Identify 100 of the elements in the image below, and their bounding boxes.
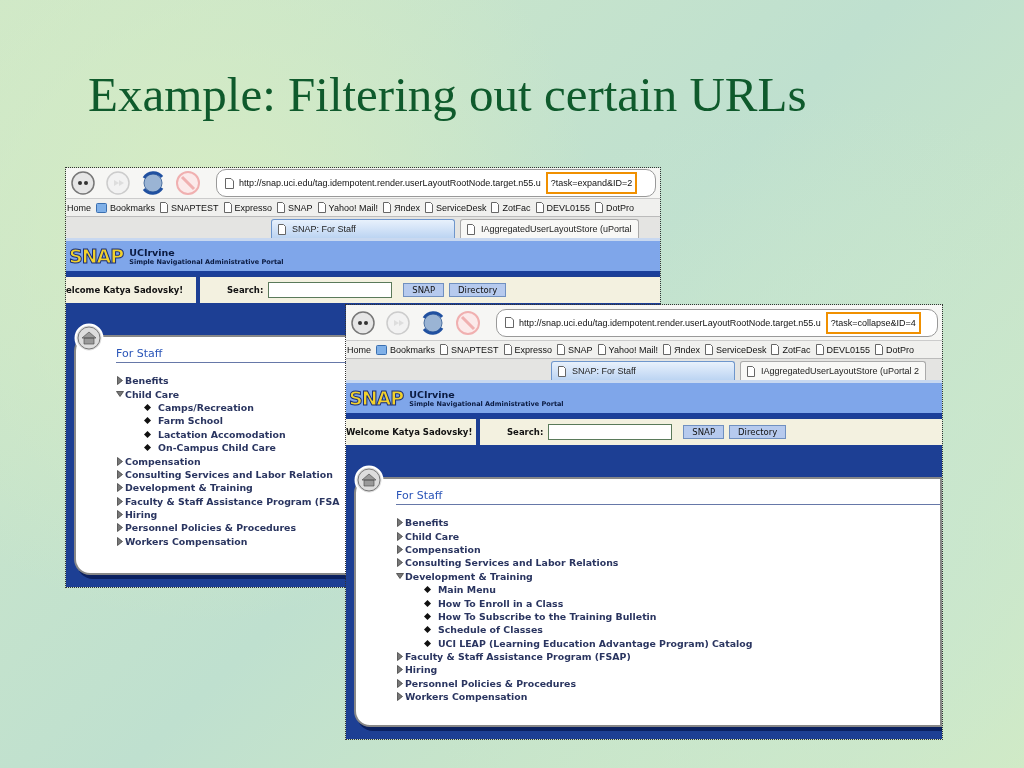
back-icon[interactable] (350, 309, 378, 336)
menu-item[interactable]: Benefits (396, 516, 940, 530)
page-icon (467, 223, 475, 235)
bullet-icon (144, 403, 151, 411)
bullet-icon (424, 612, 431, 620)
bookmark-link[interactable]: SNAPTEST (440, 344, 499, 355)
submenu-link[interactable]: On-Campus Child Care (116, 440, 346, 455)
page-icon (595, 202, 604, 213)
page-icon (815, 344, 824, 355)
menu-item[interactable]: Faculty & Staff Assistance Program (FSAP) (396, 649, 940, 664)
menu-item[interactable]: Development & Training (396, 569, 940, 583)
bookmark-link[interactable]: Яndex (662, 344, 700, 355)
search-field[interactable] (268, 282, 393, 298)
menu-item[interactable]: Personnel Policies & Procedures (396, 676, 940, 691)
browser-tab[interactable]: IAggregatedUserLayoutStore (uPortal (460, 219, 639, 238)
slide-title: Example: Filtering out certain URLs (87, 66, 808, 122)
menu-item[interactable]: Benefits (116, 374, 346, 388)
search-label: Search: (507, 427, 544, 437)
menu-item[interactable]: Child Care (116, 387, 346, 401)
search-button[interactable]: Directory (449, 283, 507, 297)
bullet-icon (144, 444, 151, 452)
menu-item[interactable]: Consulting Services and Labor Relation (116, 467, 346, 482)
menu-item[interactable]: Workers Compensation (116, 534, 346, 549)
search-button[interactable]: Directory (729, 425, 787, 439)
home-icon[interactable] (74, 323, 104, 353)
page-icon (317, 202, 326, 213)
bookmark-link[interactable]: DotPro (875, 344, 915, 355)
menu-item[interactable]: Personnel Policies & Procedures (116, 521, 346, 535)
page-icon (771, 344, 780, 355)
page-icon (278, 223, 286, 235)
page-icon (503, 344, 512, 355)
submenu-link[interactable]: How To Subscribe to the Training Bulletin (396, 609, 940, 624)
submenu-link[interactable]: Camps/Recreation (116, 400, 346, 415)
snap-logo: SNAP (69, 245, 124, 267)
menu-item[interactable]: Compensation (396, 542, 940, 557)
submenu-link[interactable]: Schedule of Classes (396, 623, 940, 637)
page-icon (277, 202, 286, 213)
submenu-link[interactable]: How To Enroll in a Class (396, 596, 940, 610)
bookmark-link[interactable]: ZotFac (771, 344, 811, 355)
folder-icon (96, 202, 107, 213)
page-icon (747, 365, 755, 377)
bookmark-link[interactable]: SNAP (277, 202, 313, 213)
bookmark-link[interactable]: SNAP (557, 344, 593, 355)
portlet-title: For Staff (116, 347, 346, 363)
back-icon[interactable] (70, 170, 98, 196)
page-icon (875, 344, 884, 355)
bookmark-link[interactable]: DotPro (595, 202, 635, 213)
page-icon (440, 344, 449, 355)
browser-tab[interactable]: SNAP: For Staff (551, 361, 735, 380)
bullet-icon (144, 417, 151, 425)
menu-item[interactable]: Hiring (116, 507, 346, 522)
bookmark-link[interactable]: Expresso (223, 202, 273, 213)
bookmark-link[interactable]: DEVL0155 (535, 202, 591, 213)
bookmark-link[interactable]: ZotFac (491, 202, 531, 213)
submenu-link[interactable]: UCI LEAP (Learning Education Advantage Program) Catalog (396, 636, 940, 650)
page-icon (424, 202, 433, 213)
menu-item[interactable]: Workers Compensation (396, 690, 940, 704)
menu-item[interactable]: Hiring (396, 663, 940, 677)
bookmark-link[interactable]: Yahoo! Mail! (317, 202, 378, 213)
menu-item[interactable]: Compensation (116, 454, 346, 468)
bookmark-link[interactable]: Home (67, 202, 91, 213)
bookmark-link[interactable]: ServiceDesk (424, 202, 487, 213)
organization-name: UCIrvine (129, 246, 176, 258)
search-button[interactable]: SNAP (403, 283, 444, 297)
page-icon (558, 365, 566, 377)
address-bar[interactable]: http://snap.uci.edu/tag.idempotent.render.userLayoutRootNode.target.n55.u ?task=collapse&ID=4 (496, 308, 938, 337)
organization-name: UCIrvine (409, 388, 456, 400)
page-icon (225, 177, 234, 189)
home-icon[interactable] (354, 465, 384, 495)
submenu-link[interactable]: Lactation Accomodation (116, 427, 346, 441)
search-field[interactable] (548, 424, 673, 440)
submenu-link[interactable]: Farm School (116, 414, 346, 428)
portlet-title: For Staff (396, 489, 940, 505)
url-text: http://snap.uci.edu/tag.idempotent.render.userLayoutRootNode.target.n55.u (239, 178, 541, 188)
bullet-icon (424, 626, 431, 634)
bookmark-link[interactable]: Яndex (382, 202, 420, 213)
welcome-message: Welcome Katya Sadovsky! (346, 419, 476, 445)
bullet-icon (424, 586, 431, 594)
menu-item[interactable]: Faculty & Staff Assistance Program (FSA (116, 494, 346, 508)
bookmark-link[interactable]: Bookmarks (96, 202, 156, 213)
bookmark-link[interactable]: Yahoo! Mail! (597, 344, 658, 355)
submenu-link[interactable]: Main Menu (396, 582, 940, 597)
bookmark-link[interactable]: Expresso (503, 344, 553, 355)
bookmark-link[interactable]: Home (347, 344, 371, 355)
menu-item[interactable]: Child Care (396, 529, 940, 543)
bookmark-link[interactable]: ServiceDesk (704, 344, 767, 355)
menu-item[interactable]: Development & Training (116, 481, 346, 495)
bookmark-link[interactable]: Bookmarks (376, 344, 436, 355)
menu-item[interactable]: Consulting Services and Labor Relations (396, 556, 940, 570)
url-text: http://snap.uci.edu/tag.idempotent.render.userLayoutRootNode.target.n55.u (519, 317, 821, 328)
bookmark-link[interactable]: DEVL0155 (815, 344, 871, 355)
browser-tab[interactable]: SNAP: For Staff (271, 219, 455, 238)
bullet-icon (144, 430, 151, 438)
page-icon (597, 344, 606, 355)
browser-tab[interactable]: IAggregatedUserLayoutStore (uPortal 2 (740, 361, 927, 380)
search-button[interactable]: SNAP (683, 425, 724, 439)
address-bar[interactable]: http://snap.uci.edu/tag.idempotent.render.userLayoutRootNode.target.n55.u ?task=expand&ID=2 (216, 169, 656, 197)
bookmark-link[interactable]: SNAPTEST (160, 202, 219, 213)
page-icon (491, 202, 500, 213)
folder-icon (376, 344, 387, 355)
